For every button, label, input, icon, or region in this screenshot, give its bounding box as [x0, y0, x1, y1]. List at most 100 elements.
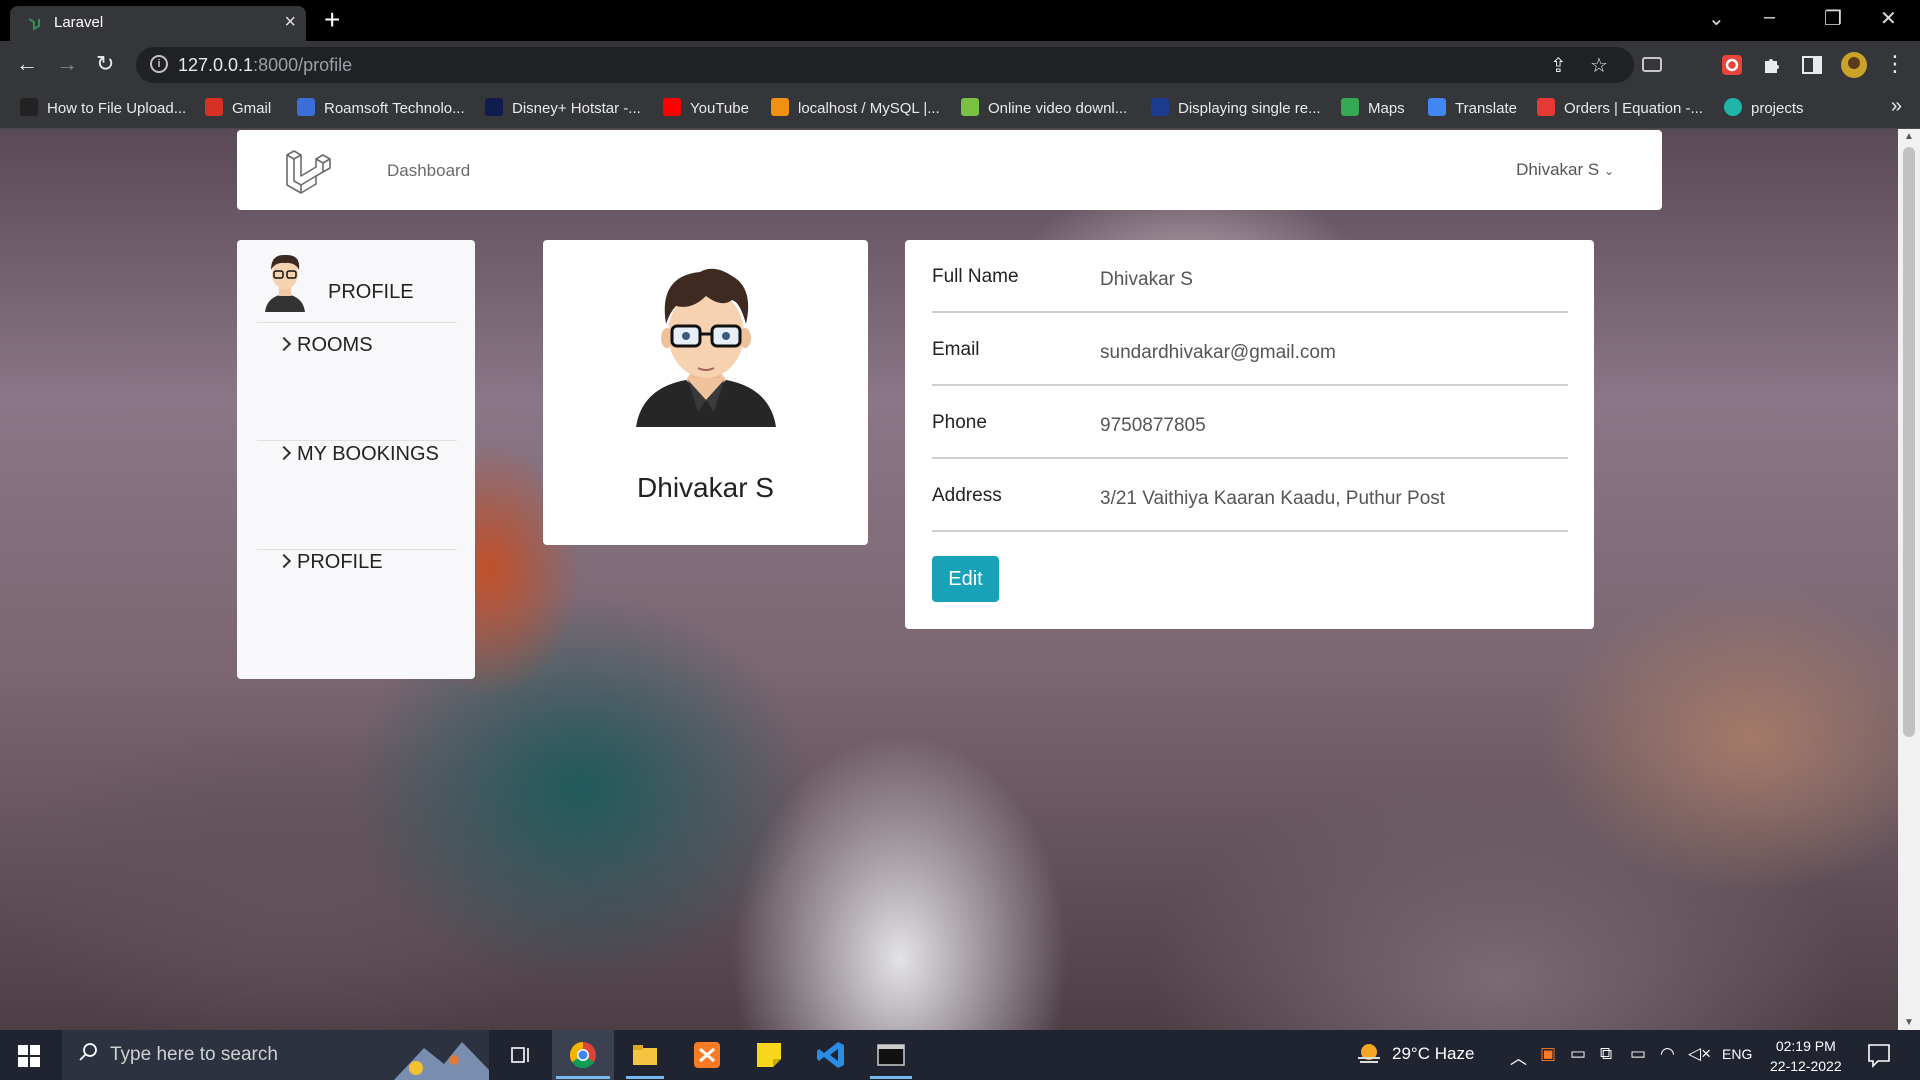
reload-icon[interactable]: ↻ [96, 51, 114, 77]
search-highlight-illustration-icon [394, 1042, 489, 1080]
sticky-notes-icon[interactable] [754, 1040, 784, 1070]
bookmark-item[interactable]: Displaying single re... [1151, 98, 1321, 117]
chevron-down-icon: ⌄ [1603, 164, 1614, 178]
bookmark-item[interactable]: Online video downl... [961, 98, 1127, 117]
edit-button[interactable]: Edit [932, 556, 999, 602]
sidebar: PROFILE ROOMS MY BOOKINGS PROFILE [237, 240, 475, 679]
new-tab-icon[interactable]: + [324, 4, 340, 36]
tab-close-icon[interactable]: × [284, 11, 296, 34]
detail-label: Email [932, 339, 980, 360]
tab-search-icon[interactable]: ⌄ [1708, 6, 1725, 31]
bookmark-item[interactable]: localhost / MySQL |... [771, 98, 940, 117]
bookmark-item[interactable]: Translate [1428, 98, 1517, 117]
page-scrollbar[interactable]: ▲ ▼ [1898, 129, 1920, 1030]
address-bar[interactable]: i 127.0.0.1:8000/profile ⇪ ☆ [136, 47, 1634, 83]
browser-menu-icon[interactable]: ⋮ [1884, 51, 1906, 77]
meet-now-icon[interactable]: ▭ [1570, 1044, 1586, 1064]
scroll-down-icon[interactable]: ▼ [1904, 1017, 1914, 1028]
avatar [636, 268, 776, 427]
detail-row-phone: Phone 9750877805 [932, 386, 1568, 459]
tab-title: Laravel [54, 14, 104, 31]
more-bookmarks-icon[interactable]: » [1891, 95, 1902, 118]
url-path: :8000/profile [253, 55, 353, 75]
notifications-icon[interactable] [1866, 1042, 1892, 1068]
vscode-icon[interactable] [816, 1040, 846, 1070]
weather-haze-icon[interactable] [1354, 1042, 1384, 1066]
site-info-icon[interactable]: i [150, 55, 168, 73]
top-navbar: Dashboard Dhivakar S ⌄ [237, 130, 1662, 210]
terminal-icon[interactable] [876, 1040, 906, 1070]
taskbar-search-box[interactable]: Type here to search [62, 1030, 489, 1080]
wifi-icon[interactable]: ◠ [1660, 1044, 1675, 1064]
bookmark-favicon-icon [20, 98, 38, 116]
back-icon[interactable]: ← [16, 51, 38, 77]
bookmark-item[interactable]: Gmail [205, 98, 271, 117]
bookmark-item[interactable]: Disney+ Hotstar -... [485, 98, 641, 117]
detail-value: sundardhivakar@gmail.com [1100, 342, 1336, 363]
sidebar-item-rooms[interactable]: ROOMS [276, 334, 373, 357]
bookmark-favicon-icon [1724, 98, 1742, 116]
chrome-icon[interactable] [568, 1040, 598, 1070]
clock-time: 02:19 PM [1775, 1038, 1836, 1054]
browser-tab[interactable]: Laravel × [10, 6, 306, 41]
task-view-icon[interactable] [506, 1040, 536, 1070]
bookmark-item[interactable]: Orders | Equation -... [1537, 98, 1703, 117]
maps-icon [1341, 98, 1359, 116]
windows-start-icon[interactable] [18, 1045, 40, 1067]
profile-avatar-icon[interactable] [1840, 51, 1868, 79]
cast-icon[interactable] [1640, 53, 1664, 77]
bookmark-item[interactable]: How to File Upload... [20, 98, 186, 117]
share-icon[interactable]: ⇪ [1550, 53, 1567, 78]
divider [257, 549, 457, 550]
close-window-icon[interactable]: ✕ [1880, 6, 1897, 31]
detail-row-email: Email sundardhivakar@gmail.com [932, 313, 1568, 386]
detail-value: Dhivakar S [1100, 269, 1193, 290]
download-icon [961, 98, 979, 116]
phpmyadmin-icon [771, 98, 789, 116]
bookmark-item[interactable]: projects [1724, 98, 1804, 117]
volume-muted-icon[interactable]: ◁× [1688, 1044, 1711, 1064]
laravel-logo-icon[interactable] [283, 146, 331, 194]
language-indicator[interactable]: ENG [1722, 1046, 1752, 1062]
detail-label: Full Name [932, 266, 1019, 287]
taskbar-clock[interactable]: 02:19 PM 22-12-2022 [1770, 1036, 1842, 1076]
chevron-right-icon [276, 445, 292, 461]
bookmark-item[interactable]: YouTube [663, 98, 749, 117]
sidebar-item-my-bookings[interactable]: MY BOOKINGS [276, 443, 439, 466]
display-tray-icon[interactable]: ⧉ [1600, 1044, 1612, 1064]
profile-card: Dhivakar S [543, 240, 868, 545]
bookmark-star-icon[interactable]: ☆ [1590, 53, 1608, 78]
sidebar-heading: PROFILE [328, 281, 414, 303]
open-app-indicator [870, 1076, 912, 1079]
bookmark-item[interactable]: Roamsoft Technolo... [297, 98, 465, 117]
show-hidden-icons-icon[interactable]: ︿ [1510, 1044, 1527, 1069]
detail-row-full-name: Full Name Dhivakar S [932, 240, 1568, 313]
avatar-icon [265, 254, 305, 312]
user-dropdown[interactable]: Dhivakar S ⌄ [1516, 160, 1614, 180]
roamsoft-icon [297, 98, 315, 116]
bookmark-item[interactable]: Maps [1341, 98, 1405, 117]
search-placeholder: Type here to search [110, 1044, 278, 1065]
detail-value: 3/21 Vaithiya Kaaran Kaadu, Puthur Post [1100, 488, 1446, 509]
restore-icon[interactable]: ❐ [1824, 6, 1842, 31]
url-text[interactable]: 127.0.0.1:8000/profile [178, 55, 352, 76]
search-icon [79, 1043, 97, 1061]
xampp-tray-icon[interactable]: ▣ [1540, 1044, 1556, 1064]
extensions-puzzle-icon[interactable] [1760, 53, 1784, 77]
battery-icon[interactable]: ▭ [1630, 1044, 1646, 1064]
side-panel-icon[interactable] [1800, 53, 1824, 77]
xampp-icon[interactable] [692, 1040, 722, 1070]
browser-toolbar: ← → ↻ i 127.0.0.1:8000/profile ⇪ ☆ ⋮ [0, 41, 1920, 89]
dashboard-link[interactable]: Dashboard [387, 161, 470, 181]
scrollbar-thumb[interactable] [1903, 147, 1915, 737]
extension-red-icon[interactable] [1720, 53, 1744, 77]
user-name: Dhivakar S [1516, 160, 1600, 179]
scroll-up-icon[interactable]: ▲ [1904, 131, 1914, 142]
sidebar-item-profile[interactable]: PROFILE [276, 551, 383, 574]
forward-icon[interactable]: → [56, 51, 78, 77]
weather-text[interactable]: 29°C Haze [1392, 1044, 1474, 1064]
minimize-icon[interactable]: – [1764, 6, 1775, 29]
detail-label: Address [932, 485, 1002, 506]
browser-tab-bar: Laravel × + ⌄ – ❐ ✕ [0, 0, 1920, 41]
file-explorer-icon[interactable] [630, 1040, 660, 1070]
